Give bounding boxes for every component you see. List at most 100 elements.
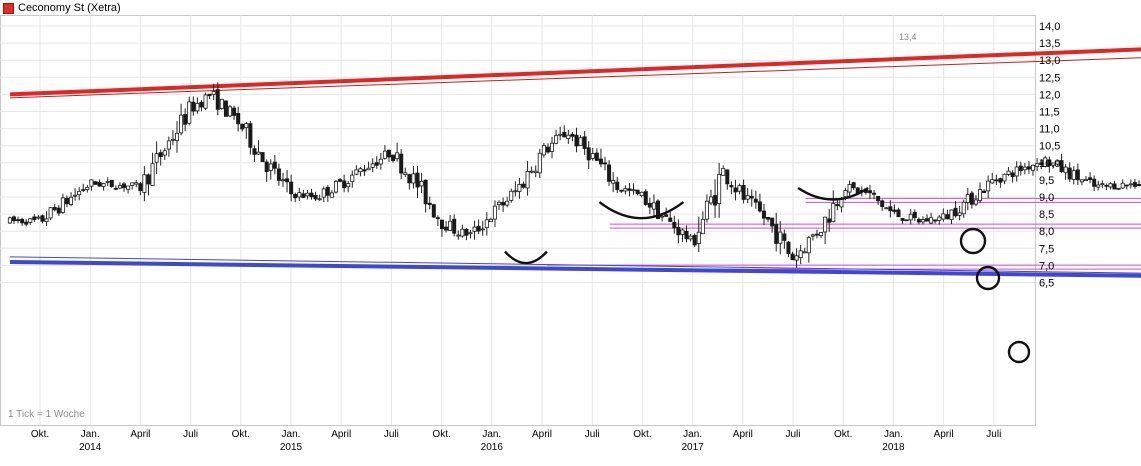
candle-body <box>89 179 94 187</box>
candle-body <box>570 133 575 137</box>
candle-body <box>627 188 632 191</box>
candle-body <box>370 163 375 168</box>
candle-body <box>908 213 913 221</box>
y-tick-label: 12,0 <box>1039 89 1060 101</box>
candle-body <box>289 181 294 195</box>
candle-body <box>684 230 689 240</box>
candle-body <box>191 101 196 112</box>
low-arc-annotation <box>598 201 685 220</box>
candle-body <box>798 250 803 259</box>
candle-body <box>843 190 848 198</box>
candle-body <box>113 187 118 190</box>
candle-body <box>1059 160 1064 173</box>
candle-body <box>427 202 432 205</box>
candle-body <box>937 216 942 221</box>
candle-body <box>574 134 579 147</box>
candle-body <box>545 146 550 153</box>
candle-body <box>199 101 204 108</box>
candle-body <box>603 162 608 165</box>
candle-body <box>802 251 807 254</box>
candle-body <box>623 188 628 192</box>
x-tick-label: Jan. <box>683 429 702 440</box>
candle-body <box>1014 166 1019 177</box>
candle-body <box>594 152 599 161</box>
candle-body <box>541 145 546 156</box>
candle-body <box>651 202 656 210</box>
candle-body <box>203 94 208 109</box>
candle-body <box>407 174 412 184</box>
candle-body <box>925 218 930 222</box>
x-year-label: 2014 <box>79 442 102 453</box>
candle-body <box>439 219 444 230</box>
candle-body <box>1096 184 1101 188</box>
candle-body <box>647 203 652 208</box>
y-tick-label: 8,5 <box>1039 209 1054 221</box>
candle-body <box>973 199 978 205</box>
candle-body <box>232 107 237 116</box>
candle-body <box>990 179 995 184</box>
candle-body <box>448 220 453 231</box>
candle-body <box>774 223 779 244</box>
candle-body <box>207 93 212 97</box>
candle-body <box>460 228 465 237</box>
candle-body <box>717 174 722 204</box>
candle-body <box>56 207 61 214</box>
candle-body <box>598 158 603 165</box>
candle-body <box>264 161 269 172</box>
candle-body <box>1067 167 1072 180</box>
candle-body <box>986 180 991 192</box>
x-year-label: 2016 <box>481 442 504 453</box>
y-tick-label: 13,5 <box>1039 38 1060 50</box>
candle-body <box>358 168 363 173</box>
y-tick-label: 14,0 <box>1039 21 1060 33</box>
candle-body <box>85 187 90 191</box>
candle-body <box>158 152 163 158</box>
candle-body <box>236 113 241 125</box>
candle-body <box>342 180 347 189</box>
candle-body <box>333 180 338 193</box>
candle-body <box>761 210 766 219</box>
candle-body <box>823 216 828 233</box>
candle-body <box>109 179 114 187</box>
candle-body <box>170 138 175 141</box>
candle-body <box>814 233 819 236</box>
y-tick-label: 11,5 <box>1039 107 1060 119</box>
x-tick-label: Jan. <box>884 429 903 440</box>
candle-body <box>195 102 200 112</box>
candle-body <box>354 169 359 175</box>
candle-body <box>725 169 730 185</box>
candle-body <box>1026 166 1031 170</box>
candle-body <box>660 215 665 218</box>
candle-body <box>484 219 489 229</box>
candle-body <box>244 123 249 129</box>
candle-body <box>7 217 12 224</box>
candle-body <box>611 180 616 184</box>
candle-body <box>1100 183 1105 186</box>
candle-body <box>321 188 326 198</box>
candle-body <box>162 150 167 156</box>
candle-body <box>101 183 106 187</box>
candle-body <box>497 201 502 206</box>
x-tick-label: Juli <box>183 429 198 440</box>
candle-body <box>77 190 82 196</box>
candle-body <box>672 221 677 229</box>
candle-body <box>831 203 836 222</box>
candle-body <box>900 218 905 221</box>
candle-body <box>680 229 685 235</box>
candle-body <box>16 219 21 222</box>
candle-body <box>1006 170 1011 175</box>
candle-body <box>1079 179 1084 183</box>
candle-body <box>513 190 518 193</box>
candle-body <box>317 198 322 201</box>
candle-body <box>888 206 893 212</box>
candle-body <box>248 123 253 148</box>
candle-body <box>1108 183 1113 188</box>
candle-body <box>615 181 620 190</box>
candle-body <box>252 148 257 155</box>
candle-body <box>639 191 644 196</box>
candle-body <box>175 132 180 141</box>
x-tick-label: Okt. <box>31 429 49 440</box>
breakdown-circle-annotation <box>1007 340 1031 364</box>
y-tick-label: 6,5 <box>1039 278 1054 290</box>
x-tick-label: Juli <box>986 429 1001 440</box>
